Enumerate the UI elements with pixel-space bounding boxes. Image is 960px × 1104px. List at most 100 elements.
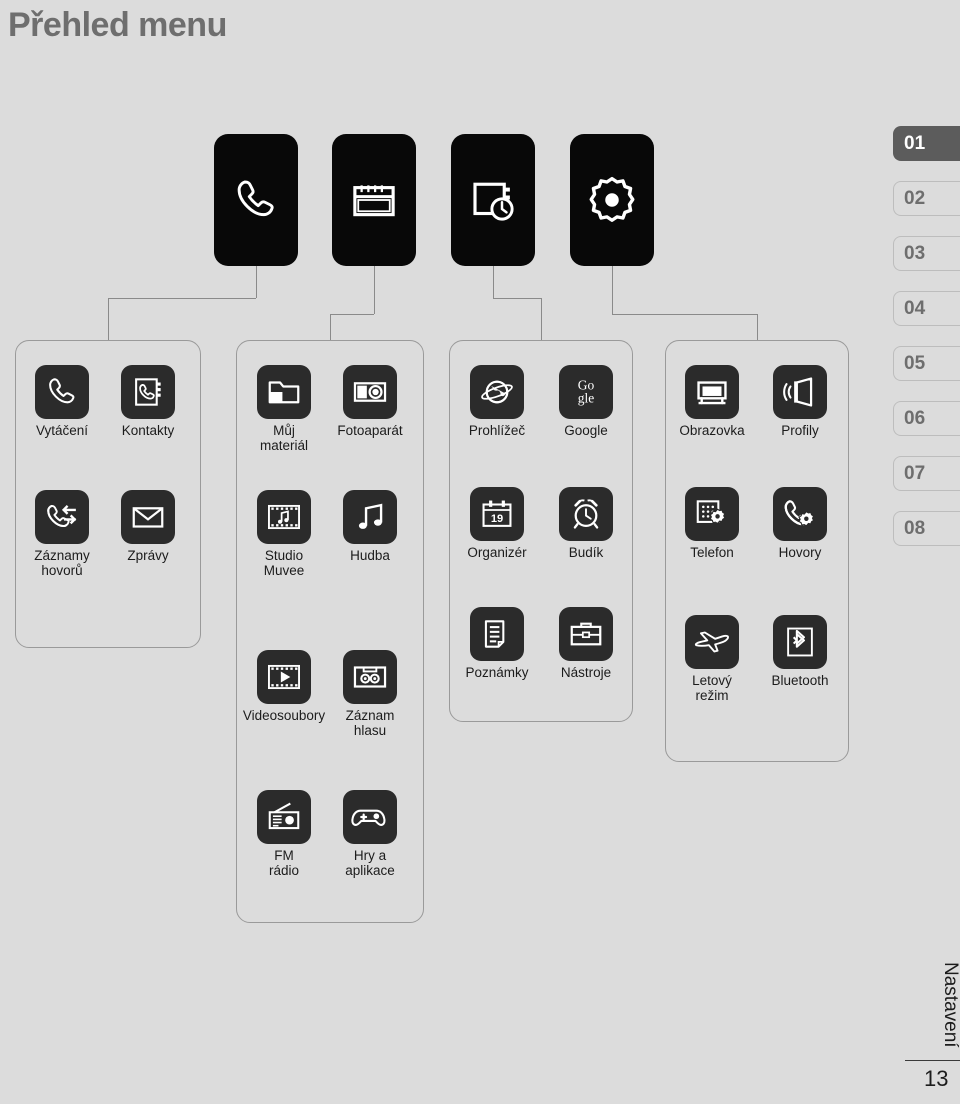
side-tab-08[interactable]: 08: [893, 511, 960, 546]
top-category-organizer-clock-icon[interactable]: [451, 134, 535, 266]
svg-text:19: 19: [491, 513, 503, 525]
briefcase-icon: [559, 607, 613, 661]
app-tile[interactable]: Obrazovka: [669, 365, 755, 438]
app-label: Zprávy: [127, 548, 169, 563]
side-tab-label: 04: [904, 297, 926, 319]
app-tile[interactable]: Kontakty: [105, 365, 191, 438]
side-tab-01[interactable]: 01: [893, 126, 960, 161]
app-tile[interactable]: FM rádio: [241, 790, 327, 878]
app-label: Telefon: [690, 545, 734, 560]
connector-v-top-1: [374, 266, 375, 314]
google-icon: Go gle: [559, 365, 613, 419]
app-label: Můj materiál: [259, 423, 308, 453]
connector-v-bottom-2: [541, 298, 542, 340]
app-label: Obrazovka: [679, 423, 745, 438]
alarm-clock-icon: [559, 487, 613, 541]
app-tile[interactable]: Hovory: [757, 487, 843, 560]
app-tile[interactable]: Zprávy: [105, 490, 191, 563]
call-log-icon: [35, 490, 89, 544]
app-label: Poznámky: [465, 665, 529, 680]
bluetooth-icon: [773, 615, 827, 669]
app-label: Hovory: [778, 545, 822, 560]
app-label: Prohlížeč: [468, 423, 526, 438]
app-label: Hudba: [350, 548, 390, 563]
app-tile[interactable]: Go gle Google: [543, 365, 629, 438]
top-category-media-window-icon[interactable]: [332, 134, 416, 266]
side-tab-06[interactable]: 06: [893, 401, 960, 436]
side-tab-label: 02: [904, 187, 926, 209]
app-label: Bluetooth: [771, 673, 829, 688]
app-label: Google: [564, 423, 608, 438]
notes-icon: [470, 607, 524, 661]
app-label: Studio Muvee: [263, 548, 305, 578]
app-tile[interactable]: Telefon: [669, 487, 755, 560]
top-category-phone-handset-icon[interactable]: [214, 134, 298, 266]
calendar-19-icon: 19: [470, 487, 524, 541]
keypad-gear-icon: [685, 487, 739, 541]
side-tab-05[interactable]: 05: [893, 346, 960, 381]
app-tile[interactable]: Budík: [543, 487, 629, 560]
app-label: Letový režim: [692, 673, 732, 703]
connector-v-bottom-3: [757, 314, 758, 340]
app-tile[interactable]: Záznamy hovorů: [19, 490, 105, 578]
gamepad-icon: [343, 790, 397, 844]
connector-h-2: [493, 298, 541, 299]
side-tab-label: 08: [904, 517, 926, 539]
app-tile[interactable]: Záznam hlasu: [327, 650, 413, 738]
envelope-icon: [121, 490, 175, 544]
folder-icon: [257, 365, 311, 419]
cassette-icon: [343, 650, 397, 704]
app-label: Kontakty: [121, 423, 175, 438]
side-tab-04[interactable]: 04: [893, 291, 960, 326]
app-tile[interactable]: Hudba: [327, 490, 413, 563]
connector-v-top-2: [493, 266, 494, 298]
app-tile[interactable]: Letový režim: [669, 615, 755, 703]
app-tile[interactable]: Fotoaparát: [327, 365, 413, 438]
app-tile[interactable]: Prohlížeč: [454, 365, 540, 438]
app-tile[interactable]: Studio Muvee: [241, 490, 327, 578]
side-tab-02[interactable]: 02: [893, 181, 960, 216]
video-play-icon: [257, 650, 311, 704]
app-tile[interactable]: Nástroje: [543, 607, 629, 680]
airplane-icon: [685, 615, 739, 669]
app-label: Organizér: [467, 545, 527, 560]
side-tab-label: 03: [904, 242, 926, 264]
app-label: Záznam hlasu: [345, 708, 395, 738]
app-tile[interactable]: Hry a aplikace: [327, 790, 413, 878]
media-window-icon: [347, 173, 401, 227]
organizer-clock-icon: [466, 173, 520, 227]
app-label: Hry a aplikace: [345, 848, 395, 878]
page-number: 13: [924, 1066, 949, 1091]
app-tile[interactable]: Videosoubory: [241, 650, 327, 723]
music-note-icon: [343, 490, 397, 544]
app-tile[interactable]: Poznámky: [454, 607, 540, 680]
settings-gear-icon: [585, 173, 639, 227]
app-label: Záznamy hovorů: [34, 548, 90, 578]
app-tile[interactable]: Bluetooth: [757, 615, 843, 688]
film-music-icon: [257, 490, 311, 544]
side-tab-label: 05: [904, 352, 926, 374]
connector-v-top-0: [256, 266, 257, 298]
top-category-settings-gear-icon[interactable]: [570, 134, 654, 266]
app-label: Vytáčení: [35, 423, 89, 438]
speaker-icon: [773, 365, 827, 419]
side-tab-list: 01 02 03 04 05 06 07 08: [893, 126, 960, 566]
globe-icon: [470, 365, 524, 419]
svg-text:gle: gle: [578, 390, 594, 405]
connector-h-0: [108, 298, 256, 299]
camera-icon: [343, 365, 397, 419]
side-tab-07[interactable]: 07: [893, 456, 960, 491]
app-tile[interactable]: 19 Organizér: [454, 487, 540, 560]
phone-gear-icon: [773, 487, 827, 541]
page-title: Přehled menu: [8, 6, 227, 44]
app-tile[interactable]: Vytáčení: [19, 365, 105, 438]
app-label: FM rádio: [268, 848, 300, 878]
side-tab-03[interactable]: 03: [893, 236, 960, 271]
radio-icon: [257, 790, 311, 844]
app-tile[interactable]: Můj materiál: [241, 365, 327, 453]
app-label: Nástroje: [560, 665, 612, 680]
app-tile[interactable]: Profily: [757, 365, 843, 438]
section-label: Nastavení: [940, 962, 960, 1048]
footer-divider: [905, 1060, 960, 1061]
screen-icon: [685, 365, 739, 419]
